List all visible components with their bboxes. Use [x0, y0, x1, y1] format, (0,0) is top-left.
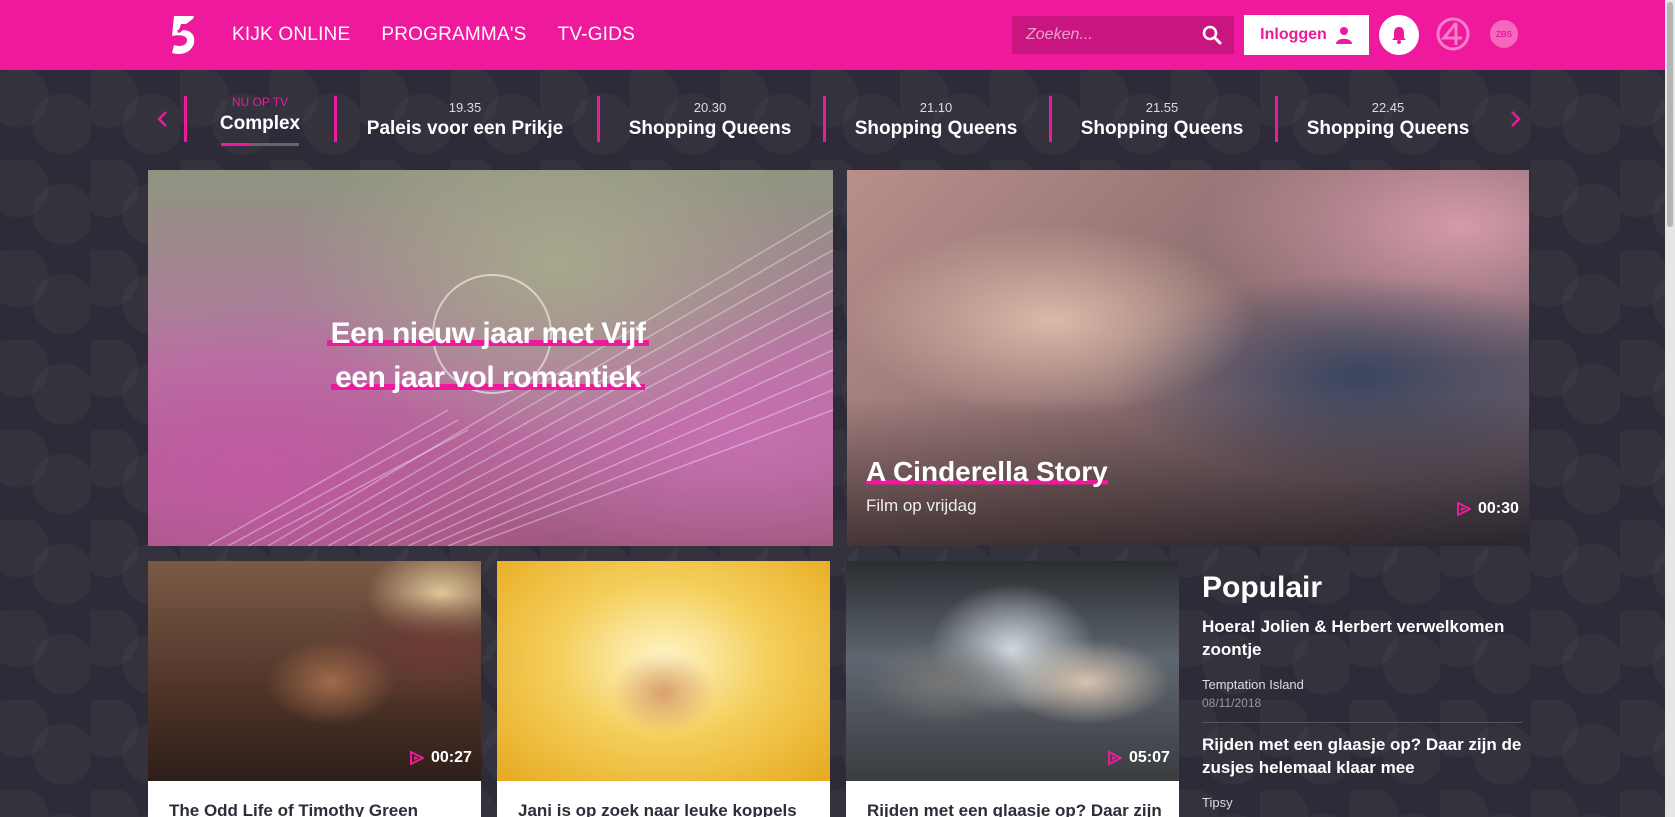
card-title: The Odd Life of Timothy Green	[169, 801, 419, 817]
tv-schedule-bar: NU OP TV Complex 19.35 Paleis voor een P…	[148, 88, 1530, 150]
schedule-time: 22.45	[1371, 100, 1405, 115]
user-icon	[1335, 27, 1352, 44]
schedule-item[interactable]: 22.45 Shopping Queens	[1275, 88, 1501, 150]
hero-line-2: een jaar vol romantiek	[331, 361, 645, 394]
popular-item-title: Hoera! Jolien & Herbert verwelkomen zoon…	[1202, 617, 1505, 659]
card-title: Jani is op zoek naar leuke koppels	[518, 801, 797, 817]
schedule-time: 21.10	[919, 100, 953, 115]
card-thumbnail	[497, 561, 830, 781]
popular-section: Populair Hoera! Jolien & Herbert verwelk…	[1202, 561, 1522, 817]
progress-fill	[221, 143, 253, 146]
notifications-button[interactable]	[1379, 15, 1419, 55]
featured-video[interactable]: A Cinderella Story Film op vrijdag 00:30	[847, 170, 1529, 546]
play-icon	[1108, 751, 1122, 765]
now-playing-progress	[221, 143, 299, 146]
featured-title: A Cinderella Story	[866, 456, 1108, 487]
play-icon	[410, 751, 424, 765]
popular-item-date: 08/11/2018	[1202, 696, 1262, 710]
popular-heading: Populair	[1202, 571, 1323, 604]
schedule-item[interactable]: 19.35 Paleis voor een Prikje	[334, 88, 596, 150]
search-icon[interactable]	[1202, 25, 1222, 45]
top-header: KIJK ONLINE PROGRAMMA'S TV-GIDS Inloggen…	[0, 0, 1675, 70]
scrollbar-thumb[interactable]	[1667, 2, 1673, 227]
chevron-right-icon[interactable]	[1506, 108, 1524, 130]
video-card[interactable]: Jani is op zoek naar leuke koppels	[497, 561, 830, 817]
schedule-title: Shopping Queens	[1080, 118, 1244, 139]
search-input[interactable]	[1026, 26, 1196, 44]
play-icon	[1457, 502, 1471, 516]
hero-banner[interactable]: Een nieuw jaar met Vijf een jaar vol rom…	[148, 170, 833, 546]
nav-programmas[interactable]: PROGRAMMA'S	[381, 24, 526, 46]
card-title: Rijden met een glaasje op? Daar zijn	[867, 801, 1162, 817]
hero-line-1: Een nieuw jaar met Vijf	[326, 317, 650, 350]
schedule-time: 20.30	[693, 100, 727, 115]
channel-zbs-icon[interactable]: ZBS	[1490, 20, 1518, 48]
chevron-left-icon[interactable]	[154, 108, 172, 130]
popular-item-show: Temptation Island	[1202, 677, 1304, 692]
popular-item-show: Tipsy	[1202, 795, 1233, 810]
now-playing-title: Complex	[219, 113, 301, 134]
card-duration: 05:07	[1108, 749, 1170, 767]
video-card[interactable]: 00:27 The Odd Life of Timothy Green	[148, 561, 481, 817]
card-duration: 00:27	[410, 749, 472, 767]
schedule-now-playing[interactable]: NU OP TV Complex	[184, 88, 336, 150]
featured-subtitle: Film op vrijdag	[866, 496, 977, 515]
schedule-item[interactable]: 21.55 Shopping Queens	[1049, 88, 1275, 150]
popular-item[interactable]: Hoera! Jolien & Herbert verwelkomen zoon…	[1202, 605, 1522, 723]
nav-kijk-online[interactable]: KIJK ONLINE	[232, 24, 350, 46]
schedule-item[interactable]: 20.30 Shopping Queens	[597, 88, 823, 150]
featured-duration: 00:30	[1457, 500, 1519, 518]
schedule-title: Paleis voor een Prikje	[366, 118, 564, 139]
main-nav: KIJK ONLINE PROGRAMMA'S TV-GIDS	[232, 0, 666, 70]
schedule-item[interactable]: 21.10 Shopping Queens	[823, 88, 1049, 150]
bell-icon	[1392, 27, 1406, 44]
hero-headline: Een nieuw jaar met Vijf een jaar vol rom…	[308, 312, 668, 400]
vijf-logo-icon[interactable]	[164, 12, 204, 56]
search-box	[1012, 16, 1234, 54]
nav-tv-gids[interactable]: TV-GIDS	[558, 24, 635, 46]
now-on-tv-label: NU OP TV	[231, 95, 289, 109]
card-thumbnail	[148, 561, 481, 781]
popular-item[interactable]: Rijden met een glaasje op? Daar zijn de …	[1202, 723, 1522, 817]
schedule-time: 21.55	[1145, 100, 1179, 115]
popular-item-title: Rijden met een glaasje op? Daar zijn de …	[1202, 735, 1522, 777]
channel-sbs6-icon[interactable]	[1436, 17, 1470, 51]
schedule-title: Shopping Queens	[628, 118, 792, 139]
login-button[interactable]: Inloggen	[1244, 15, 1369, 55]
page-scrollbar[interactable]	[1665, 0, 1675, 817]
schedule-title: Shopping Queens	[854, 118, 1018, 139]
schedule-time: 19.35	[448, 100, 482, 115]
schedule-title: Shopping Queens	[1306, 118, 1470, 139]
card-thumbnail	[846, 561, 1179, 781]
video-card[interactable]: 05:07 Rijden met een glaasje op? Daar zi…	[846, 561, 1179, 817]
login-label: Inloggen	[1260, 26, 1327, 43]
